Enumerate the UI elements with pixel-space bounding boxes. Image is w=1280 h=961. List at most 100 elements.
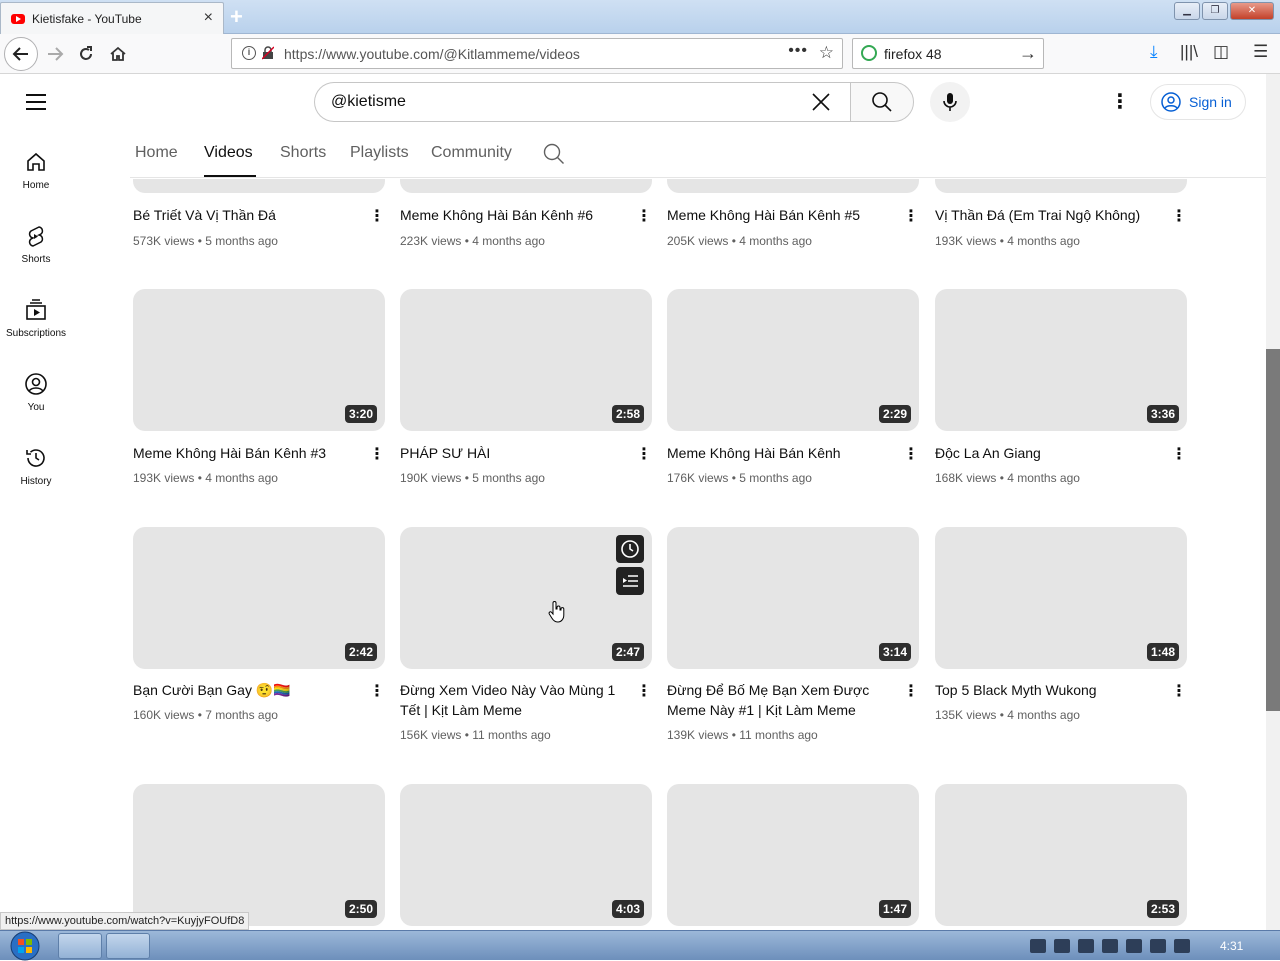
sign-in-button[interactable]: Sign in bbox=[1150, 84, 1246, 120]
start-orb-icon[interactable] bbox=[6, 931, 44, 961]
video-menu-icon[interactable]: ⋮ bbox=[369, 207, 385, 227]
video-thumbnail[interactable]: 2:58 bbox=[400, 289, 652, 431]
channel-search-icon[interactable] bbox=[542, 142, 566, 166]
video-thumbnail[interactable]: 4:03 bbox=[400, 784, 652, 926]
video-menu-icon[interactable]: ⋮ bbox=[1171, 207, 1187, 227]
video-card[interactable]: 1:47 bbox=[667, 784, 919, 930]
search-input[interactable]: @kietisme bbox=[314, 82, 852, 122]
video-menu-icon[interactable]: ⋮ bbox=[903, 445, 919, 465]
video-menu-icon[interactable]: ⋮ bbox=[369, 445, 385, 465]
volume-icon[interactable] bbox=[1174, 939, 1190, 953]
reload-button[interactable] bbox=[71, 39, 101, 69]
video-thumbnail[interactable] bbox=[935, 179, 1187, 193]
home-button[interactable] bbox=[103, 39, 133, 69]
taskbar-clock[interactable]: 4:31 bbox=[1220, 939, 1243, 953]
tab-home[interactable]: Home bbox=[135, 144, 178, 162]
tab-shorts[interactable]: Shorts bbox=[280, 144, 326, 162]
video-card[interactable]: Vị Thần Đá (Em Trai Ngộ Không) 193K view… bbox=[935, 179, 1187, 259]
video-thumbnail[interactable]: 2:29 bbox=[667, 289, 919, 431]
video-menu-icon[interactable]: ⋮ bbox=[636, 207, 652, 227]
video-menu-icon[interactable]: ⋮ bbox=[903, 682, 919, 702]
tab-playlists[interactable]: Playlists bbox=[350, 144, 409, 162]
video-thumbnail[interactable] bbox=[133, 179, 385, 193]
tray-icon[interactable] bbox=[1054, 939, 1070, 953]
voice-search-button[interactable] bbox=[930, 82, 970, 122]
window-close-button[interactable]: ✕ bbox=[1230, 2, 1274, 20]
video-card[interactable]: 2:58 PHÁP SƯ HÀI 190K views • 5 months a… bbox=[400, 289, 652, 489]
video-card[interactable]: Meme Không Hài Bán Kênh #5 205K views • … bbox=[667, 179, 919, 259]
hamburger-menu-icon[interactable]: ☰ bbox=[1253, 42, 1268, 62]
lock-icon[interactable] bbox=[262, 46, 274, 60]
tray-icon[interactable] bbox=[1078, 939, 1094, 953]
search-go-icon[interactable]: → bbox=[1019, 43, 1037, 64]
video-card[interactable]: 4:03 bbox=[400, 784, 652, 930]
video-title[interactable]: PHÁP SƯ HÀI bbox=[400, 443, 620, 463]
video-title[interactable]: Vị Thần Đá (Em Trai Ngộ Không) bbox=[935, 205, 1155, 225]
video-card[interactable]: Bé Triết Và Vị Thần Đá 573K views • 5 mo… bbox=[133, 179, 385, 259]
flag-icon[interactable] bbox=[1126, 939, 1142, 953]
video-card[interactable]: 2:53 bbox=[935, 784, 1187, 930]
video-thumbnail[interactable]: 2:50 bbox=[133, 784, 385, 926]
settings-more-button[interactable]: ⋮ bbox=[1108, 88, 1132, 116]
search-button[interactable] bbox=[850, 82, 914, 122]
forward-button[interactable] bbox=[40, 39, 70, 69]
video-card[interactable]: 2:50 bbox=[133, 784, 385, 930]
taskbar-app-button[interactable] bbox=[58, 933, 102, 959]
video-menu-icon[interactable]: ⋮ bbox=[1171, 682, 1187, 702]
video-title[interactable]: Đừng Xem Video Này Vào Mùng 1 Tết | Kịt … bbox=[400, 680, 620, 720]
video-thumbnail[interactable] bbox=[400, 179, 652, 193]
page-scrollbar-thumb[interactable] bbox=[1266, 349, 1280, 711]
url-bar[interactable]: i https://www.youtube.com/@Kitlammeme/vi… bbox=[231, 38, 843, 69]
video-thumbnail[interactable]: 3:14 bbox=[667, 527, 919, 669]
video-menu-icon[interactable]: ⋮ bbox=[1171, 445, 1187, 465]
video-title[interactable]: Độc La An Giang bbox=[935, 443, 1155, 463]
bookmark-star-icon[interactable]: ☆ bbox=[819, 43, 834, 63]
video-card[interactable]: 2:47 Đừng Xem Video Này Vào Mùng 1 Tết |… bbox=[400, 527, 652, 757]
video-menu-icon[interactable]: ⋮ bbox=[903, 207, 919, 227]
video-thumbnail[interactable]: 1:48 bbox=[935, 527, 1187, 669]
video-thumbnail[interactable]: 2:47 bbox=[400, 527, 652, 669]
video-card[interactable]: 2:29 Meme Không Hài Bán Kênh 176K views … bbox=[667, 289, 919, 489]
network-icon[interactable] bbox=[1150, 939, 1166, 953]
video-thumbnail[interactable]: 2:53 bbox=[935, 784, 1187, 926]
close-tab-icon[interactable]: × bbox=[204, 9, 213, 27]
video-menu-icon[interactable]: ⋮ bbox=[369, 682, 385, 702]
maximize-button[interactable]: ❐ bbox=[1202, 2, 1228, 20]
video-card[interactable]: 3:36 Độc La An Giang 168K views • 4 mont… bbox=[935, 289, 1187, 489]
video-card[interactable]: 1:48 Top 5 Black Myth Wukong 135K views … bbox=[935, 527, 1187, 757]
video-card[interactable]: 3:14 Đừng Để Bố Mẹ Bạn Xem Được Meme Này… bbox=[667, 527, 919, 757]
video-thumbnail[interactable] bbox=[667, 179, 919, 193]
watch-later-button[interactable] bbox=[616, 535, 644, 563]
video-title[interactable]: Bạn Cười Bạn Gay 🤨🏳️‍🌈 bbox=[133, 680, 353, 700]
tray-icon[interactable] bbox=[1102, 939, 1118, 953]
video-thumbnail[interactable]: 2:42 bbox=[133, 527, 385, 669]
video-menu-icon[interactable]: ⋮ bbox=[636, 682, 652, 702]
tab-videos[interactable]: Videos bbox=[204, 144, 253, 162]
tab-community[interactable]: Community bbox=[431, 144, 512, 162]
new-tab-button[interactable]: + bbox=[230, 4, 243, 30]
video-title[interactable]: Top 5 Black Myth Wukong bbox=[935, 680, 1155, 700]
minimize-button[interactable]: ▁ bbox=[1174, 2, 1200, 20]
taskbar-firefox-button[interactable] bbox=[106, 933, 150, 959]
video-title[interactable]: Meme Không Hài Bán Kênh #3 bbox=[133, 443, 353, 463]
library-icon[interactable]: |||\ bbox=[1180, 42, 1198, 62]
clear-search-icon[interactable] bbox=[808, 89, 834, 115]
video-title[interactable]: Meme Không Hài Bán Kênh bbox=[667, 443, 887, 463]
video-thumbnail[interactable]: 3:36 bbox=[935, 289, 1187, 431]
video-thumbnail[interactable]: 3:20 bbox=[133, 289, 385, 431]
sidebar-toggle-icon[interactable]: ◫ bbox=[1213, 42, 1229, 62]
video-card[interactable]: 3:20 Meme Không Hài Bán Kênh #3 193K vie… bbox=[133, 289, 385, 489]
video-title[interactable]: Meme Không Hài Bán Kênh #6 bbox=[400, 205, 620, 225]
browser-search-bar[interactable]: firefox 48 → bbox=[852, 38, 1044, 69]
add-to-queue-button[interactable] bbox=[616, 567, 644, 595]
video-title[interactable]: Meme Không Hài Bán Kênh #5 bbox=[667, 205, 887, 225]
video-title[interactable]: Đừng Để Bố Mẹ Bạn Xem Được Meme Này #1 |… bbox=[667, 680, 887, 720]
video-title[interactable]: Bé Triết Và Vị Thần Đá bbox=[133, 205, 353, 225]
tray-icon[interactable] bbox=[1030, 939, 1046, 953]
video-card[interactable]: 2:42 Bạn Cười Bạn Gay 🤨🏳️‍🌈 160K views •… bbox=[133, 527, 385, 757]
guide-menu-button[interactable] bbox=[24, 90, 48, 114]
browser-tab[interactable]: Kietisfake - YouTube × bbox=[0, 2, 224, 34]
video-thumbnail[interactable]: 1:47 bbox=[667, 784, 919, 926]
downloads-icon[interactable]: ⤓ bbox=[1150, 42, 1158, 62]
info-icon[interactable]: i bbox=[242, 46, 256, 60]
